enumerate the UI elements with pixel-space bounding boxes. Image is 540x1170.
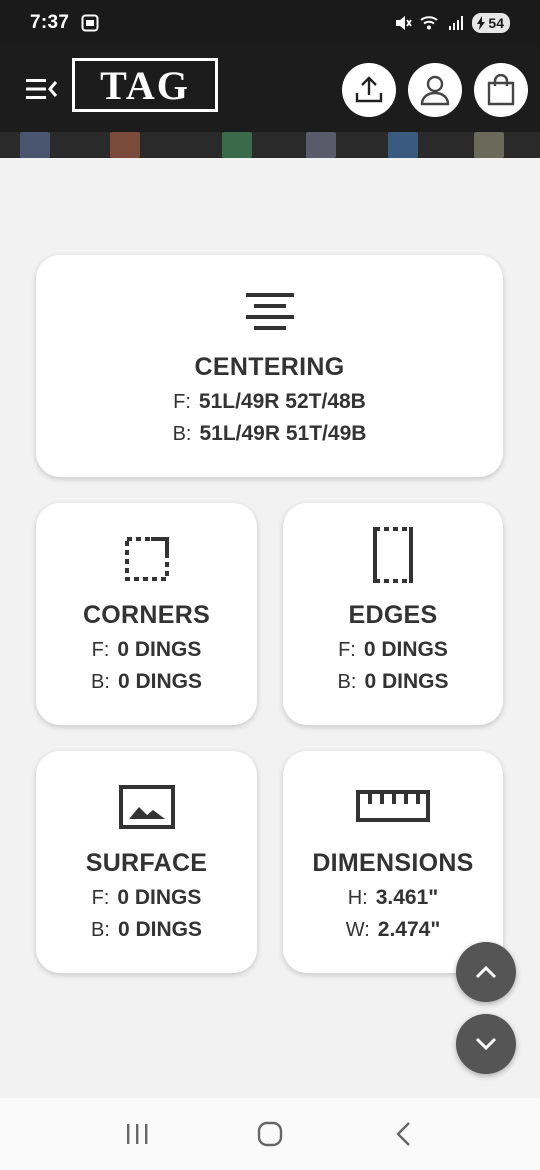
front-row: F: 0 DINGS [338, 638, 448, 662]
account-icon [420, 75, 450, 106]
front-value: 51L/49R 52T/48B [198, 390, 366, 413]
shopping-bag-icon [487, 74, 515, 106]
front-row: F: 0 DINGS [92, 886, 202, 910]
home-icon [257, 1121, 283, 1147]
back-row: B: 0 DINGS [91, 670, 202, 694]
thumbnail [110, 132, 140, 158]
front-value: 0 DINGS [117, 638, 202, 661]
upload-icon [355, 76, 383, 103]
front-label: F: [173, 391, 191, 413]
chevron-up-icon [475, 965, 497, 979]
front-value: 0 DINGS [117, 886, 202, 909]
image-strip [0, 132, 540, 158]
back-label: B: [91, 919, 110, 941]
upload-button[interactable] [342, 63, 396, 117]
thumbnail [388, 132, 418, 158]
card-title: DIMENSIONS [312, 849, 474, 877]
thumbnail [222, 132, 252, 158]
screenshot-icon [81, 14, 99, 32]
corners-card: CORNERS F: 0 DINGS B: 0 DINGS [36, 503, 257, 725]
wifi-icon [420, 16, 439, 30]
back-label: B: [91, 671, 110, 693]
front-label: F: [91, 639, 110, 661]
mute-icon [396, 16, 413, 30]
back-button[interactable] [383, 1114, 423, 1154]
image-icon [118, 781, 175, 833]
scroll-up-button[interactable] [456, 942, 516, 1002]
edges-icon [369, 527, 417, 585]
status-bar: 7:37 54 [0, 0, 540, 46]
signal-icon [449, 16, 464, 30]
align-center-icon [244, 285, 296, 337]
centering-card: CENTERING F: 51L/49R 52T/48B B: 51L/49R … [36, 255, 503, 477]
width-label: W: [345, 919, 370, 941]
menu-icon[interactable] [26, 76, 58, 102]
app-header: TAG [0, 46, 540, 132]
recent-apps-icon [126, 1124, 148, 1144]
back-label: B: [172, 423, 192, 445]
chevron-down-icon [475, 1037, 497, 1051]
width-value: 2.474" [377, 918, 441, 941]
shopping-bag-button[interactable] [474, 63, 528, 117]
thumbnail [20, 132, 50, 158]
battery-icon: 54 [472, 13, 510, 33]
account-button[interactable] [408, 63, 462, 117]
back-value: 0 DINGS [364, 670, 449, 693]
home-button[interactable] [250, 1114, 290, 1154]
back-row: B: 51L/49R 51T/49B [173, 422, 367, 446]
card-title: EDGES [348, 601, 438, 629]
back-value: 0 DINGS [117, 670, 202, 693]
status-time: 7:37 [30, 12, 70, 33]
edges-card: EDGES F: 0 DINGS B: 0 DINGS [283, 503, 503, 725]
width-row: W: 2.474" [346, 918, 441, 942]
corners-icon [123, 533, 171, 585]
front-row: F: 0 DINGS [92, 638, 202, 662]
scroll-down-button[interactable] [456, 1014, 516, 1074]
ruler-icon [356, 781, 430, 833]
front-row: F: 51L/49R 52T/48B [173, 390, 366, 414]
front-label: F: [91, 887, 110, 909]
thumbnail [306, 132, 336, 158]
height-row: H: 3.461" [348, 886, 439, 910]
back-icon [396, 1122, 411, 1146]
height-label: H: [347, 887, 368, 909]
dimensions-card: DIMENSIONS H: 3.461" W: 2.474" [283, 751, 503, 973]
recent-apps-button[interactable] [117, 1114, 157, 1154]
back-row: B: 0 DINGS [338, 670, 449, 694]
back-value: 51L/49R 51T/49B [199, 422, 367, 445]
card-title: SURFACE [85, 849, 208, 877]
back-value: 0 DINGS [117, 918, 202, 941]
height-value: 3.461" [375, 886, 439, 909]
status-icons: 54 [394, 13, 510, 33]
card-title: CORNERS [82, 601, 211, 629]
system-nav-bar [0, 1098, 540, 1170]
back-label: B: [337, 671, 357, 693]
front-value: 0 DINGS [363, 638, 448, 661]
thumbnail [474, 132, 504, 158]
battery-level: 54 [488, 15, 504, 31]
logo[interactable]: TAG [72, 58, 218, 112]
back-row: B: 0 DINGS [91, 918, 202, 942]
card-title: CENTERING [194, 353, 345, 381]
front-label: F: [338, 639, 356, 661]
surface-card: SURFACE F: 0 DINGS B: 0 DINGS [36, 751, 257, 973]
